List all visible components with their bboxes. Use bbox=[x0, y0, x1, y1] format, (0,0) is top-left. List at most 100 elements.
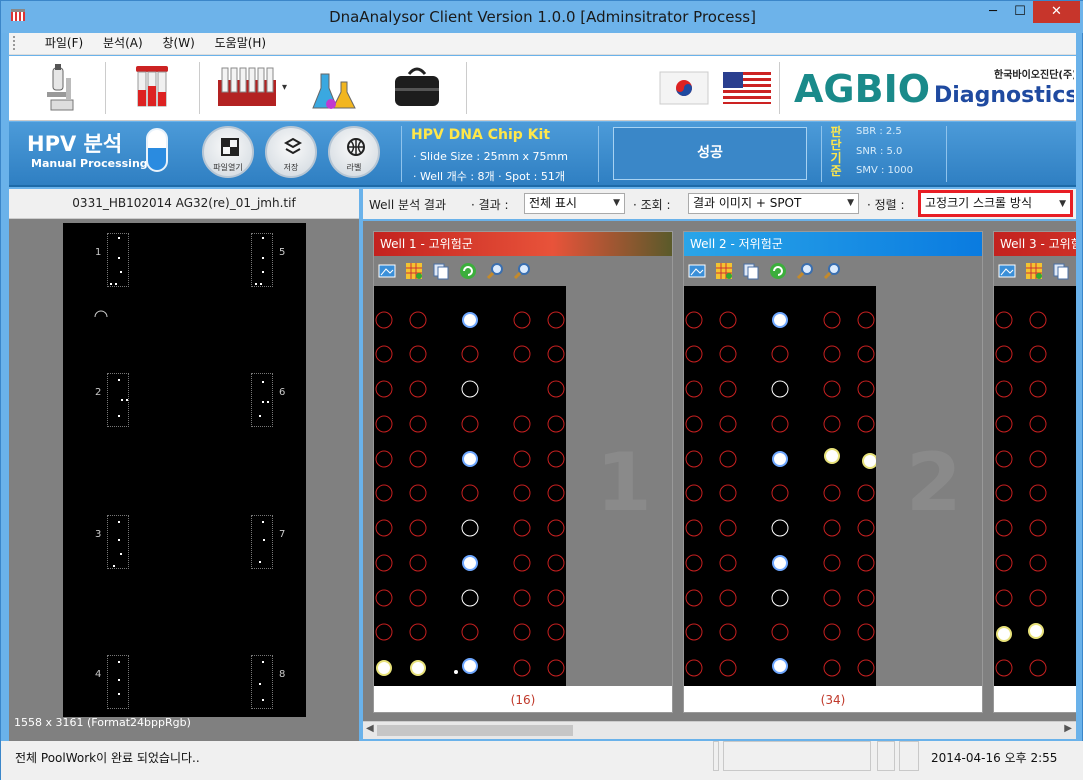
well-spot-image[interactable] bbox=[374, 286, 566, 686]
snr-value: SNR : 5.0 bbox=[856, 146, 903, 157]
well-results-panel: Well 1 - 고위험군 1 (16) Well 2 - 저위험군 2 (34… bbox=[363, 221, 1076, 739]
refresh-icon[interactable] bbox=[459, 262, 477, 280]
test-tubes-icon[interactable] bbox=[122, 60, 182, 116]
spot-grid bbox=[375, 311, 565, 677]
section-label: Well 분석 결과 bbox=[369, 198, 447, 212]
zoom-out-icon[interactable] bbox=[513, 262, 531, 280]
image-view-icon[interactable] bbox=[998, 262, 1016, 280]
grid-icon[interactable] bbox=[715, 262, 733, 280]
app-window: DnaAnalysor Client Version 1.0.0 [Admins… bbox=[0, 0, 1083, 780]
doctor-bag-icon[interactable] bbox=[387, 60, 447, 116]
grid-icon[interactable] bbox=[1025, 262, 1043, 280]
maximize-button[interactable]: ☐ bbox=[1007, 1, 1033, 23]
capsule-icon bbox=[146, 128, 168, 172]
well-spot-count bbox=[994, 688, 1076, 712]
well-spot-count: (16) bbox=[510, 693, 536, 707]
well-spot-count: (34) bbox=[820, 693, 846, 707]
well-number: 7 bbox=[279, 529, 286, 540]
well-card-background: 2 bbox=[876, 286, 982, 686]
scroll-thumb[interactable] bbox=[377, 725, 573, 736]
horizontal-scrollbar[interactable]: ◀ ▶ bbox=[363, 721, 1076, 739]
menu-analysis[interactable]: 분석(A) bbox=[95, 33, 151, 53]
chip-image-panel: 0331_HB102014 AG32(re)_01_jmh.tif 1 2 3 … bbox=[9, 189, 359, 741]
well-card-toolbar bbox=[374, 256, 672, 286]
spot-grid bbox=[995, 311, 1047, 677]
sbr-value: SBR : 2.5 bbox=[856, 126, 902, 137]
image-size-label: 1558 x 3161 (Format24bppRgb) bbox=[14, 716, 191, 729]
korea-flag-icon[interactable] bbox=[654, 60, 714, 116]
sample-rack-icon[interactable]: ▾ bbox=[214, 60, 294, 116]
sort-select[interactable]: 고정크기 스크롤 방식 ▼ bbox=[918, 190, 1073, 217]
grid-icon[interactable] bbox=[405, 262, 423, 280]
status-bar: 전체 PoolWork이 완료 되었습니다.. 2014-04-16 오후 2:… bbox=[1, 741, 1083, 780]
status-cell bbox=[899, 741, 919, 771]
sort-label: · 정렬 : bbox=[867, 198, 905, 212]
well-region bbox=[251, 233, 273, 287]
well-region bbox=[251, 515, 273, 569]
menu-grip bbox=[13, 36, 31, 50]
well-card-title: Well 2 - 저위험군 bbox=[684, 232, 982, 256]
well-card-toolbar bbox=[684, 256, 982, 286]
kit-title: HPV DNA Chip Kit bbox=[411, 127, 551, 143]
save-button[interactable]: 저장 bbox=[265, 126, 317, 178]
scroll-right-icon[interactable]: ▶ bbox=[1064, 723, 1072, 734]
status-datetime: 2014-04-16 오후 2:55 bbox=[931, 751, 1058, 765]
view-select[interactable]: 결과 이미지 + SPOT ▼ bbox=[688, 193, 859, 214]
chevron-down-icon: ▼ bbox=[1059, 199, 1066, 209]
well-spot-image[interactable] bbox=[684, 286, 878, 686]
status-box: 성공 bbox=[613, 127, 807, 180]
copy-icon[interactable] bbox=[742, 262, 760, 280]
label-label: 라벨 bbox=[346, 163, 362, 172]
status-cell bbox=[713, 741, 719, 771]
sort-select-value: 고정크기 스크롤 방식 bbox=[925, 196, 1032, 210]
image-view-icon[interactable] bbox=[688, 262, 706, 280]
close-button[interactable]: ✕ bbox=[1033, 1, 1080, 23]
chevron-down-icon: ▼ bbox=[613, 198, 620, 208]
well-number: 2 bbox=[95, 387, 102, 398]
agbio-logo: AGBIO Diagnostics 한국바이오진단(주) bbox=[794, 58, 1078, 118]
chip-image[interactable]: 1 2 3 4 5 6 7 8 bbox=[63, 223, 306, 717]
image-view-icon[interactable] bbox=[378, 262, 396, 280]
well-spot-image[interactable] bbox=[994, 286, 1076, 686]
menu-help[interactable]: 도움말(H) bbox=[207, 33, 275, 53]
scroll-left-icon[interactable]: ◀ bbox=[366, 723, 374, 734]
zoom-in-icon[interactable] bbox=[486, 262, 504, 280]
spot-grid bbox=[685, 311, 878, 677]
window-title: DnaAnalysor Client Version 1.0.0 [Admins… bbox=[329, 8, 756, 26]
menu-file[interactable]: 파일(F) bbox=[37, 33, 91, 53]
usa-flag-icon[interactable] bbox=[717, 60, 777, 116]
result-select[interactable]: 전체 표시 ▼ bbox=[524, 193, 625, 214]
copy-icon[interactable] bbox=[1052, 262, 1070, 280]
well-number: 5 bbox=[279, 247, 286, 258]
zoom-in-icon[interactable] bbox=[796, 262, 814, 280]
menu-bar: 파일(F) 분석(A) 창(W) 도움말(H) bbox=[9, 33, 1076, 55]
title-bar: DnaAnalysor Client Version 1.0.0 [Admins… bbox=[1, 1, 1083, 33]
status-message: 전체 PoolWork이 완료 되었습니다.. bbox=[15, 751, 200, 765]
result-select-value: 전체 표시 bbox=[529, 196, 577, 210]
minimize-button[interactable]: ─ bbox=[979, 1, 1007, 23]
zoom-out-icon[interactable] bbox=[823, 262, 841, 280]
slide-size: · Slide Size : 25mm x 75mm bbox=[413, 150, 568, 163]
hpv-info-bar: HPV 분석 Manual Processing 파일열기 저장 라벨 HPV … bbox=[9, 122, 1076, 187]
well-card: Well 2 - 저위험군 2 (34) bbox=[683, 231, 983, 713]
refresh-icon[interactable] bbox=[769, 262, 787, 280]
svg-text:▾: ▾ bbox=[282, 82, 287, 93]
flasks-icon[interactable] bbox=[307, 60, 367, 116]
open-file-label: 파일열기 bbox=[213, 163, 243, 172]
label-icon bbox=[347, 138, 365, 156]
results-controls: Well 분석 결과 · 결과 : 전체 표시 ▼ · 조회 : 결과 이미지 +… bbox=[363, 189, 1076, 219]
logo-korean-text: 한국바이오진단(주) bbox=[994, 68, 1074, 81]
hpv-subtitle: Manual Processing bbox=[31, 157, 148, 170]
well-card-title: Well 1 - 고위험군 bbox=[374, 232, 672, 256]
well-number: 3 bbox=[95, 529, 102, 540]
copy-icon[interactable] bbox=[432, 262, 450, 280]
hpv-title: HPV 분석 bbox=[27, 132, 123, 156]
microscope-icon[interactable] bbox=[31, 60, 91, 116]
open-file-button[interactable]: 파일열기 bbox=[202, 126, 254, 178]
menu-window[interactable]: 창(W) bbox=[155, 33, 203, 53]
label-button[interactable]: 라벨 bbox=[328, 126, 380, 178]
result-label: · 결과 : bbox=[471, 198, 509, 212]
chevron-down-icon: ▼ bbox=[847, 198, 854, 208]
well-info: · Well 개수 : 8개 · Spot : 51개 bbox=[413, 170, 565, 183]
well-region bbox=[107, 515, 129, 569]
